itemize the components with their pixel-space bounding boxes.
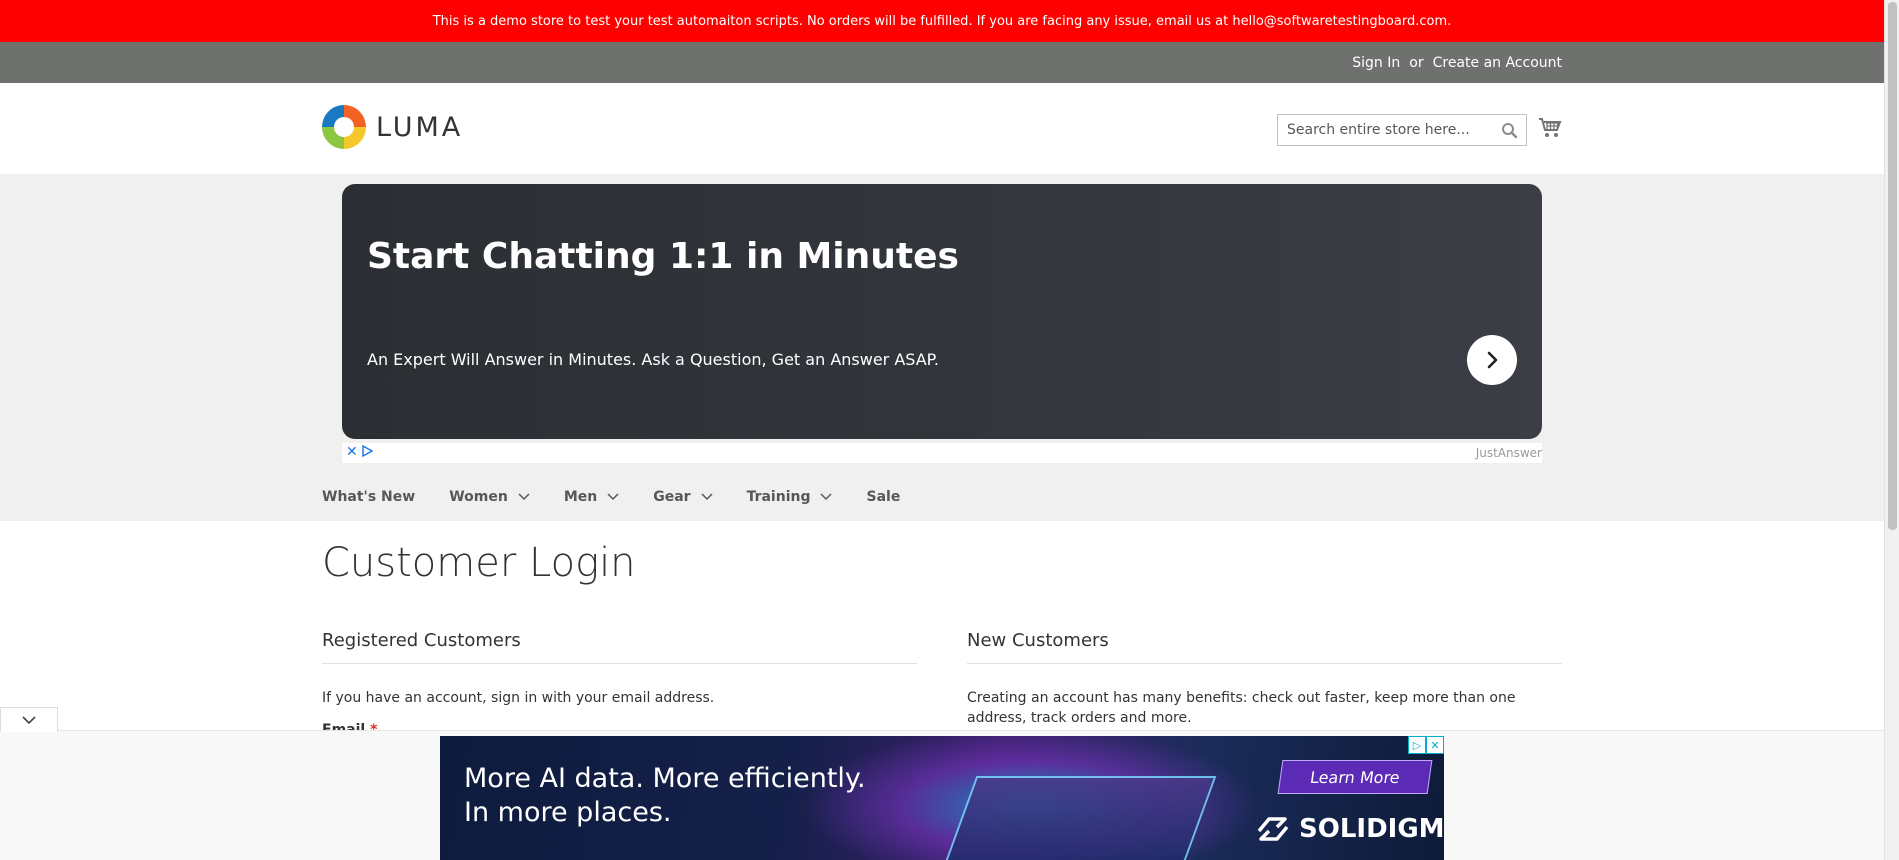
ad-close-icon[interactable]: ✕ [346, 444, 358, 460]
nav-item-sale[interactable]: Sale [866, 489, 900, 505]
nav-label: What's New [322, 489, 416, 505]
demo-notice-text: This is a demo store to test your test a… [432, 13, 1452, 29]
bottom-ad-banner[interactable]: More AI data. More efficiently. In more … [440, 736, 1444, 860]
top-ad-footer: ✕ JustAnswer [342, 443, 1542, 463]
nav-item-women[interactable]: Women [449, 489, 530, 505]
ad-choices-icon[interactable] [361, 444, 374, 460]
learn-more-button[interactable]: Learn More [1277, 760, 1433, 794]
registered-customers-title: Registered Customers [322, 630, 917, 664]
new-customers-text: Creating an account has many benefits: c… [967, 690, 1516, 726]
new-customers-title: New Customers [967, 630, 1562, 664]
site-header: LUMA [0, 83, 1884, 174]
logo-text: LUMA [376, 111, 464, 143]
nav-label: Women [449, 489, 508, 505]
header-links: Sign In or Create an Account [1352, 42, 1562, 83]
ad-title: Start Chatting 1:1 in Minutes [367, 236, 959, 277]
search-icon[interactable] [1501, 122, 1518, 139]
sign-in-link[interactable]: Sign In [1352, 55, 1400, 71]
logo-link[interactable]: LUMA [322, 105, 463, 149]
nav-item-training[interactable]: Training [747, 489, 833, 505]
nav-label: Sale [866, 489, 901, 505]
page-title: Customer Login [322, 540, 636, 586]
search-input[interactable] [1287, 122, 1487, 138]
luma-logo-icon [322, 105, 366, 149]
ad-arrow-button[interactable] [1467, 335, 1517, 385]
or-separator: or [1409, 54, 1424, 71]
ad-close-icon[interactable]: ✕ [1426, 736, 1444, 754]
scrollbar-thumb[interactable] [1888, 2, 1897, 530]
ad-choices-icon[interactable]: ▷ [1408, 736, 1426, 754]
chevron-down-icon [820, 493, 833, 501]
headline-line-1: More AI data. More efficiently. [464, 763, 866, 794]
panel-header: Sign In or Create an Account [0, 42, 1884, 83]
nav-label: Men [563, 489, 598, 505]
headline-line-2: In more places. [464, 797, 672, 828]
create-account-link[interactable]: Create an Account [1433, 55, 1562, 71]
chevron-down-icon [518, 493, 530, 501]
bottom-ad-headline: More AI data. More efficiently. In more … [464, 762, 866, 830]
bottom-ad-brand: SOLIDIGM. [1255, 814, 1444, 844]
cart-icon[interactable] [1538, 116, 1562, 140]
bottom-ad-controls: ▷ ✕ [1408, 736, 1444, 754]
registered-customers-text: If you have an account, sign in with you… [322, 690, 715, 706]
registered-customers-block: Registered Customers If you have an acco… [322, 630, 917, 708]
ad-subtitle: An Expert Will Answer in Minutes. Ask a … [367, 350, 939, 369]
chevron-down-icon [701, 493, 713, 501]
solidigm-logo-icon [1257, 817, 1289, 841]
ad-advertiser: JustAnswer [1475, 446, 1542, 460]
new-customers-block: New Customers Creating an account has ma… [967, 630, 1562, 728]
nav-item-whats-new[interactable]: What's New [322, 489, 415, 505]
top-ad-banner[interactable]: Start Chatting 1:1 in Minutes An Expert … [342, 184, 1542, 439]
page-scrollbar[interactable] [1884, 0, 1899, 860]
main-nav: What's New Women Men Gear Training Sale [322, 480, 934, 514]
nav-item-men[interactable]: Men [564, 489, 619, 505]
nav-item-gear[interactable]: Gear [653, 489, 713, 505]
chevron-right-icon [1487, 351, 1498, 369]
nav-label: Training [746, 489, 811, 505]
search-box [1277, 114, 1527, 146]
ad-chip-graphic [943, 776, 1217, 860]
chevron-down-icon [607, 493, 619, 501]
nav-label: Gear [653, 489, 691, 505]
ad-collapse-button[interactable] [0, 707, 58, 732]
brand-text: SOLIDIGM. [1299, 814, 1444, 844]
chevron-down-icon [22, 715, 36, 724]
demo-notice-banner: This is a demo store to test your test a… [0, 0, 1884, 42]
